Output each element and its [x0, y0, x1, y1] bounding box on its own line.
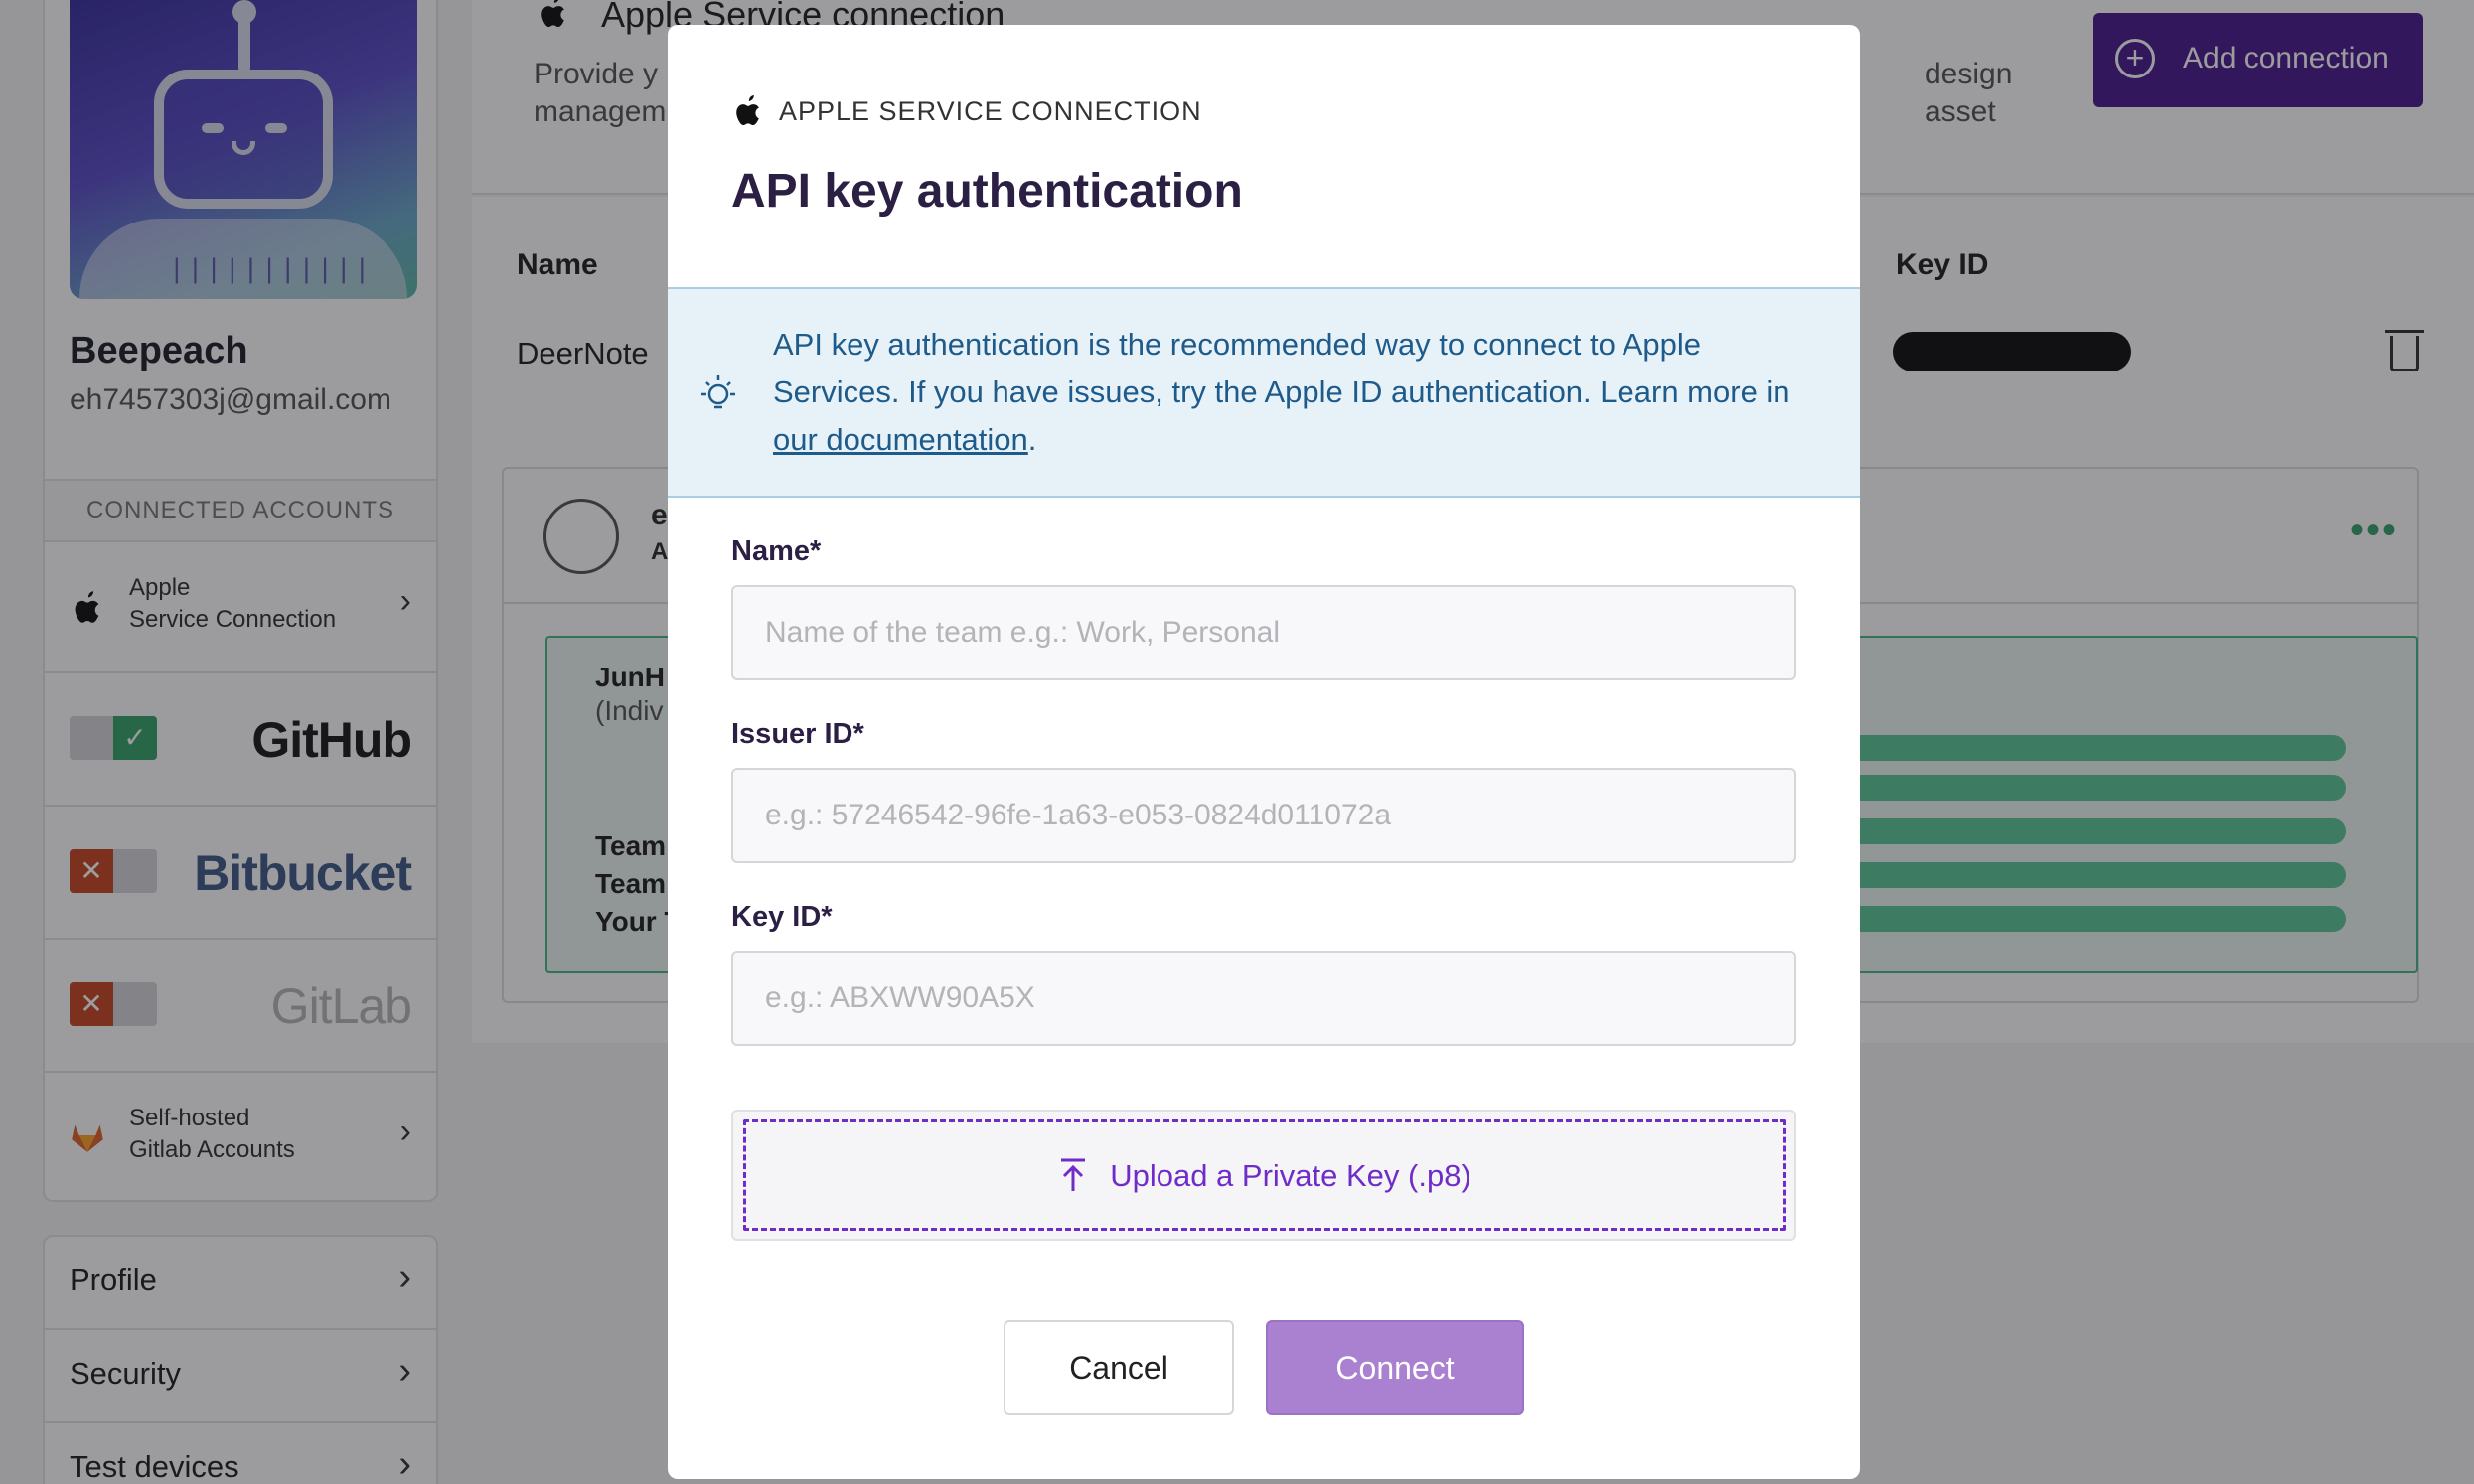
issuer-id-label: Issuer ID*	[731, 718, 864, 750]
apple-logo-icon	[736, 95, 759, 125]
info-text: API key authentication is the recommende…	[773, 321, 1826, 464]
info-banner: API key authentication is the recommende…	[668, 287, 1860, 498]
dialog-title: API key authentication	[731, 165, 1243, 218]
info-end: .	[1027, 422, 1037, 457]
lightbulb-icon	[701, 375, 735, 409]
key-id-label: Key ID*	[731, 901, 833, 933]
dialog-eyebrow: APPLE SERVICE CONNECTION	[779, 96, 1202, 126]
info-body: API key authentication is the recommende…	[773, 327, 1790, 409]
upload-private-key-dropzone[interactable]: Upload a Private Key (.p8)	[731, 1110, 1796, 1241]
name-label: Name*	[731, 535, 822, 567]
cancel-button[interactable]: Cancel	[1004, 1320, 1234, 1415]
upload-arrow-icon	[1061, 1158, 1086, 1191]
key-id-input[interactable]	[731, 951, 1796, 1046]
name-input[interactable]	[731, 585, 1796, 680]
upload-label: Upload a Private Key (.p8)	[1110, 1158, 1471, 1193]
upload-label-row: Upload a Private Key (.p8)	[746, 1158, 1783, 1196]
connect-button[interactable]: Connect	[1266, 1320, 1524, 1415]
documentation-link[interactable]: our documentation	[773, 422, 1028, 457]
issuer-id-input[interactable]	[731, 768, 1796, 863]
api-key-auth-dialog: APPLE SERVICE CONNECTION API key authent…	[668, 25, 1860, 1479]
